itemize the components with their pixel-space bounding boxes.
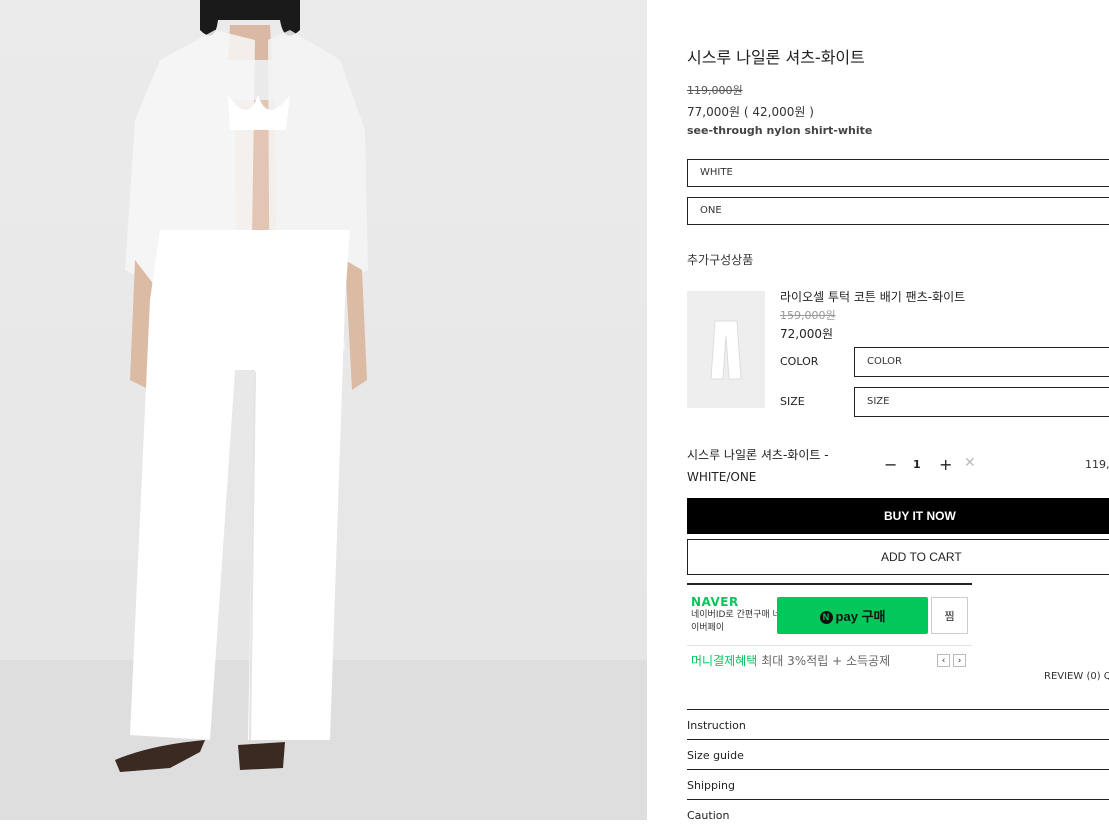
benefit-title: 머니결제혜택 bbox=[691, 654, 758, 668]
benefit-prev-arrow-icon[interactable]: ‹ bbox=[937, 654, 950, 667]
accordion-size-guide[interactable]: Size guide bbox=[687, 739, 1109, 769]
related-original-price: 159,000원 bbox=[780, 309, 836, 322]
discount-amount: ( 42,000원 ) bbox=[743, 105, 814, 119]
related-size-select[interactable]: SIZE bbox=[854, 387, 1109, 417]
related-sale-price: 72,000원 bbox=[780, 327, 834, 341]
additional-products-heading: 추가구성상품 bbox=[687, 253, 754, 267]
wishlist-zzim-button[interactable]: 찜 bbox=[931, 597, 968, 634]
remove-option-icon[interactable]: ✕ bbox=[964, 455, 976, 471]
related-size-label: SIZE bbox=[780, 395, 805, 408]
naver-pay-divider bbox=[687, 645, 972, 646]
quantity-value[interactable]: 1 bbox=[913, 458, 921, 471]
selected-option-price: 119,0 bbox=[1085, 458, 1109, 471]
add-to-cart-button[interactable]: ADD TO CART bbox=[687, 539, 1109, 575]
review-link[interactable]: REVIEW (0) Q bbox=[1044, 671, 1109, 682]
product-photo bbox=[0, 0, 647, 820]
size-select[interactable]: ONE bbox=[687, 197, 1109, 225]
pants-thumbnail-icon bbox=[710, 320, 742, 380]
naver-pay-benefit: 머니결제혜택 최대 3%적립 + 소득공제 bbox=[691, 652, 890, 669]
quantity-increase-button[interactable]: + bbox=[939, 455, 952, 474]
selected-option-name: 시스루 나일론 셔츠-화이트 - WHITE/ONE bbox=[687, 448, 829, 484]
color-select[interactable]: WHITE bbox=[687, 159, 1109, 187]
sale-price-row: 77,000원 ( 42,000원 ) bbox=[687, 103, 814, 120]
accordion-caution[interactable]: Caution bbox=[687, 799, 1109, 829]
accordion-shipping[interactable]: Shipping bbox=[687, 769, 1109, 799]
product-title: 시스루 나일론 셔츠-화이트 bbox=[687, 48, 865, 67]
naver-n-icon: N bbox=[819, 611, 833, 624]
sale-price: 77,000원 bbox=[687, 105, 741, 119]
quantity-decrease-button[interactable]: − bbox=[884, 455, 897, 474]
product-info-panel: 시스루 나일론 셔츠-화이트 119,000원 77,000원 ( 42,000… bbox=[687, 0, 1109, 822]
naver-pay-buy-button[interactable]: Npay 구매 bbox=[777, 597, 928, 634]
naver-pay-widget: NAVER 네이버ID로 간편구매 네이버페이 Npay 구매 찜 머니결제혜택… bbox=[687, 583, 972, 675]
benefit-description: 최대 3%적립 + 소득공제 bbox=[761, 654, 891, 668]
naver-pay-buy-label: pay 구매 bbox=[835, 609, 886, 624]
product-english-name: see-through nylon shirt-white bbox=[687, 124, 873, 137]
related-color-label: COLOR bbox=[780, 355, 819, 368]
naver-logo: NAVER bbox=[691, 595, 739, 609]
related-product-name[interactable]: 라이오셀 투턱 코튼 배기 팬츠-화이트 bbox=[780, 288, 965, 305]
naver-pay-description: 네이버ID로 간편구매 네이버페이 bbox=[691, 610, 781, 633]
related-color-select[interactable]: COLOR bbox=[854, 347, 1109, 377]
accordion-instruction[interactable]: Instruction bbox=[687, 709, 1109, 739]
benefit-next-arrow-icon[interactable]: › bbox=[953, 654, 966, 667]
original-price: 119,000원 bbox=[687, 84, 743, 97]
buy-now-button[interactable]: BUY IT NOW bbox=[687, 498, 1109, 534]
model-illustration bbox=[0, 0, 647, 820]
related-product-thumbnail[interactable] bbox=[687, 291, 765, 408]
